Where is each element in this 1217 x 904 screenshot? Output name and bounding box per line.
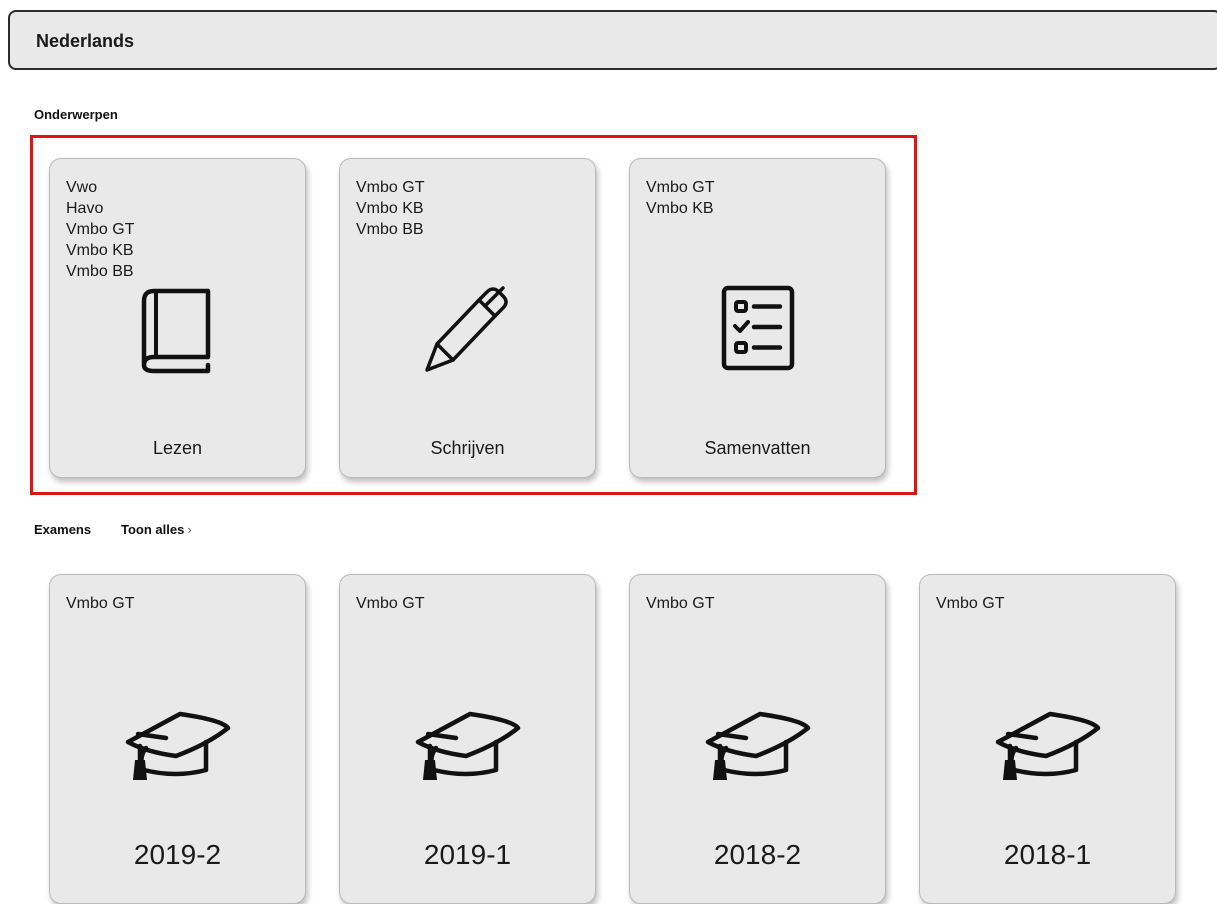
graduation-cap-icon (415, 711, 520, 780)
level-list: Vmbo GT (936, 593, 1004, 614)
level-item: Havo (66, 200, 104, 217)
page-title: Nederlands (36, 31, 135, 51)
card-label: 2018-1 (1003, 839, 1092, 870)
level-item: Vmbo BB (356, 221, 424, 238)
level-item: Vmbo GT (66, 221, 135, 238)
card-label: Schrijven (430, 438, 505, 458)
card-label: 2018-2 (713, 839, 802, 870)
level-list: Vmbo GT (356, 593, 424, 614)
level-item: Vmbo KB (646, 200, 714, 217)
book-icon (141, 288, 210, 374)
show-all-label: Toon alles (121, 522, 185, 537)
chevron-right-icon: › (187, 522, 192, 537)
exam-card-2018-2[interactable]: Vmbo GT 2018-2 (629, 574, 886, 904)
level-list: Vmbo GT Vmbo KB (646, 177, 714, 219)
level-list: Vmbo GT (646, 593, 714, 614)
level-list: Vwo Havo Vmbo GT Vmbo KB Vmbo BB (66, 177, 134, 282)
graduation-cap-icon (125, 711, 230, 780)
show-all-link[interactable]: Toon alles › (121, 522, 192, 537)
graduation-cap-icon (995, 711, 1100, 780)
subject-card-schrijven[interactable]: Vmbo GT Vmbo KB Vmbo BB Schrijven (339, 158, 596, 478)
level-list: Vmbo GT Vmbo KB Vmbo BB (356, 177, 424, 240)
card-label: Lezen (152, 438, 203, 458)
level-item: Vmbo GT (356, 595, 425, 612)
card-label: 2019-1 (423, 839, 512, 870)
exam-card-2018-1[interactable]: Vmbo GT 2018-1 (919, 574, 1176, 904)
graduation-cap-icon (705, 711, 810, 780)
level-item: Vmbo GT (936, 595, 1005, 612)
subject-card-samenvatten[interactable]: Vmbo GT Vmbo KB Samenvatten (629, 158, 886, 478)
level-item: Vmbo GT (66, 595, 135, 612)
level-item: Vmbo KB (66, 242, 134, 259)
subject-card-lezen[interactable]: Vwo Havo Vmbo GT Vmbo KB Vmbo BB Lezen (49, 158, 306, 478)
exam-card-2019-1[interactable]: Vmbo GT 2019-1 (339, 574, 596, 904)
subjects-section-title: Onderwerpen (34, 107, 118, 122)
level-item: Vwo (66, 179, 98, 196)
level-item: Vmbo GT (646, 179, 715, 196)
level-item: Vmbo BB (66, 263, 134, 280)
level-list: Vmbo GT (66, 593, 134, 614)
level-item: Vmbo GT (356, 179, 425, 196)
exams-section-title: Examens (34, 522, 92, 537)
exam-card-2019-2[interactable]: Vmbo GT 2019-2 (49, 574, 306, 904)
level-item: Vmbo GT (646, 595, 715, 612)
pen-icon (424, 286, 508, 372)
level-item: Vmbo KB (356, 200, 424, 217)
subject-header: Nederlands (8, 10, 1217, 70)
card-label: Samenvatten (704, 438, 811, 458)
checklist-icon (721, 285, 794, 371)
card-label: 2019-2 (133, 839, 222, 870)
